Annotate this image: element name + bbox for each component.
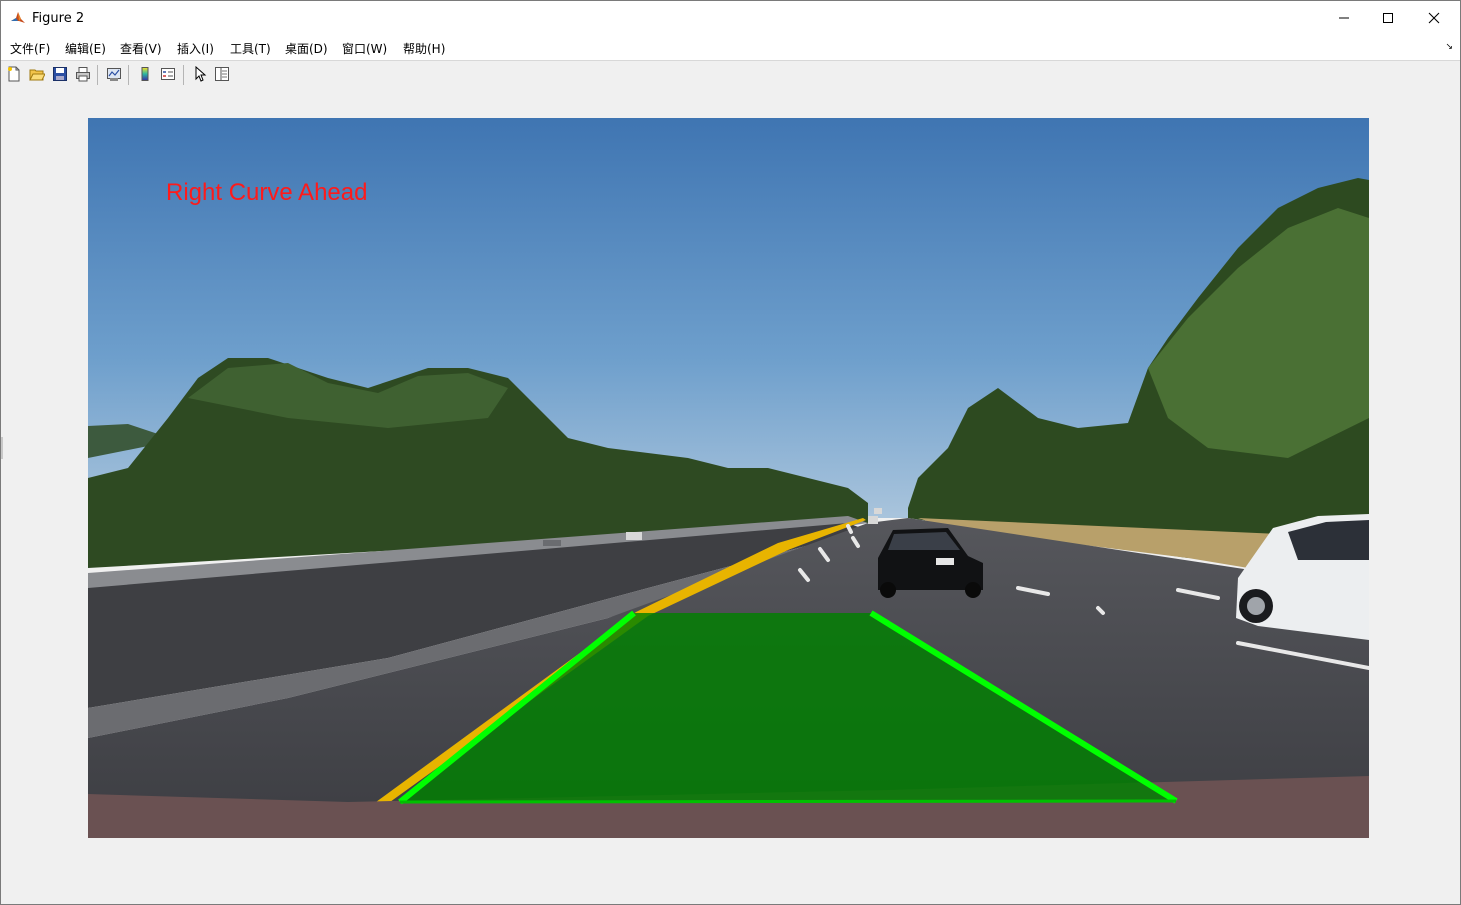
edit-plot-arrow-icon (195, 66, 207, 82)
toolbar-separator (183, 65, 184, 85)
dock-arrow-icon[interactable]: ↘ (1445, 42, 1453, 52)
open-file-icon (29, 69, 45, 81)
menu-edit[interactable]: 编辑(E) (65, 40, 106, 57)
menu-tools[interactable]: 工具(T) (230, 40, 271, 57)
minimize-button[interactable] (1321, 1, 1367, 35)
new-figure-icon (8, 66, 20, 82)
new-figure-button[interactable] (5, 65, 23, 83)
save-icon (53, 67, 67, 81)
menu-bar: 文件(F) 编辑(E) 查看(V) 插入(I) 工具(T) 桌面(D) 窗口(W… (1, 35, 1460, 60)
title-bar: Figure 2 (1, 1, 1460, 35)
figure-toolbar (1, 60, 1460, 90)
menu-desktop[interactable]: 桌面(D) (285, 40, 328, 57)
minimize-icon (1339, 17, 1349, 19)
toolbar-separator (128, 65, 129, 85)
property-inspector-button[interactable] (213, 65, 231, 83)
menu-file[interactable]: 文件(F) (10, 40, 50, 57)
close-button[interactable] (1411, 1, 1457, 35)
figure-window: Figure 2 文件(F) 编辑(E) 查看(V) 插入(I) 工具(T) 桌… (0, 0, 1461, 905)
window-title: Figure 2 (32, 11, 85, 26)
matlab-logo-icon (10, 10, 26, 26)
insert-legend-icon (161, 68, 175, 80)
print-button[interactable] (74, 65, 92, 83)
open-file-button[interactable] (28, 65, 46, 83)
insert-colorbar-button[interactable] (136, 65, 154, 83)
link-plot-icon (107, 68, 121, 81)
dock-handle (1, 437, 3, 459)
insert-legend-button[interactable] (159, 65, 177, 83)
curve-warning-text: Right Curve Ahead (166, 179, 368, 206)
figure-canvas: Right Curve Ahead (1, 89, 1460, 904)
save-button[interactable] (51, 65, 69, 83)
lane-bottom-edge (399, 799, 1177, 804)
menu-insert[interactable]: 插入(I) (177, 40, 214, 57)
menu-help[interactable]: 帮助(H) (403, 40, 445, 57)
menu-view[interactable]: 查看(V) (120, 40, 162, 57)
property-inspector-icon (215, 67, 229, 81)
link-plot-button[interactable] (105, 65, 123, 83)
edit-plot-button[interactable] (191, 65, 209, 83)
close-icon (1428, 12, 1440, 24)
road-image (88, 118, 1369, 838)
print-icon (76, 67, 90, 82)
maximize-icon (1383, 13, 1393, 23)
image-axes[interactable]: Right Curve Ahead (88, 118, 1369, 838)
menu-window[interactable]: 窗口(W) (342, 40, 387, 57)
toolbar-separator (97, 65, 98, 85)
insert-colorbar-icon (141, 67, 149, 81)
maximize-button[interactable] (1365, 1, 1411, 35)
